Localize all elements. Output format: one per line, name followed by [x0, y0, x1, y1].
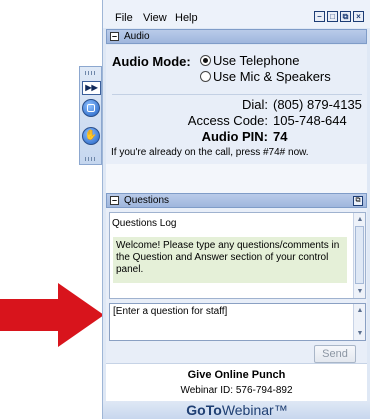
- popout-button[interactable]: ⧉: [340, 11, 351, 22]
- grip-icon[interactable]: [85, 71, 97, 75]
- minus-icon[interactable]: –: [110, 196, 119, 205]
- brand-logo: GoToWebinar™: [103, 401, 370, 419]
- side-toolbar: ▶▶ ✋: [79, 66, 102, 165]
- scroll-down-icon[interactable]: ▼: [355, 286, 365, 297]
- send-button[interactable]: Send: [314, 345, 356, 363]
- restore-button[interactable]: □: [327, 11, 338, 22]
- use-telephone-label[interactable]: Use Telephone: [213, 53, 300, 68]
- empty-area: [106, 164, 367, 193]
- webinar-info: Give Online Punch Webinar ID: 576-794-89…: [106, 363, 367, 402]
- menu-help[interactable]: Help: [175, 12, 198, 24]
- audio-section: Audio Mode: Use Telephone Use Mic & Spea…: [106, 45, 367, 164]
- scroll-down-icon[interactable]: ▼: [355, 328, 365, 339]
- play-icon: ▶▶: [85, 83, 98, 92]
- popout-icon[interactable]: ⧉: [353, 196, 363, 206]
- question-input[interactable]: [Enter a question for staff] ▲ ▼: [109, 303, 366, 341]
- menu-bar: File View Help – □ ⧉ ×: [103, 0, 370, 28]
- close-button[interactable]: ×: [353, 11, 364, 22]
- questions-log[interactable]: Questions Log Welcome! Please type any q…: [109, 212, 366, 299]
- screen-icon: [87, 104, 95, 112]
- brand-regular-text: Webinar™: [221, 402, 288, 418]
- control-panel: File View Help – □ ⧉ × – Audio Audio Mod…: [102, 0, 370, 419]
- webinar-id: Webinar ID: 576-794-892: [180, 385, 293, 396]
- use-mic-speakers-label[interactable]: Use Mic & Speakers: [213, 69, 331, 84]
- call-note: If you're already on the call, press #74…: [111, 147, 309, 158]
- hand-icon: ✋: [84, 130, 98, 141]
- menu-view[interactable]: View: [143, 12, 167, 24]
- audio-section-title: Audio: [124, 31, 150, 42]
- minus-icon[interactable]: –: [110, 32, 119, 41]
- questions-section-title: Questions: [124, 195, 170, 206]
- question-input-text[interactable]: [Enter a question for staff]: [113, 306, 227, 317]
- screen-sharing-button[interactable]: [82, 99, 100, 117]
- access-code-label: Access Code:: [187, 113, 268, 128]
- questions-log-title: Questions Log: [112, 218, 177, 229]
- red-arrow-icon: [0, 283, 104, 347]
- input-scrollbar[interactable]: ▲ ▼: [353, 304, 365, 340]
- dial-label: Dial:: [241, 97, 268, 112]
- scroll-up-icon[interactable]: ▲: [355, 305, 365, 316]
- audio-pin-value: 74: [273, 129, 288, 144]
- collapse-panel-button[interactable]: ▶▶: [82, 81, 101, 95]
- scroll-up-icon[interactable]: ▲: [355, 214, 365, 225]
- access-code-value: 105-748-644: [273, 113, 347, 128]
- minimize-button[interactable]: –: [314, 11, 325, 22]
- use-mic-speakers-radio[interactable]: [200, 71, 211, 82]
- grip-icon[interactable]: [85, 157, 97, 161]
- audio-pin-label: Audio PIN:: [201, 129, 268, 144]
- raise-hand-button[interactable]: ✋: [82, 127, 100, 145]
- questions-section-header[interactable]: – Questions ⧉: [106, 193, 367, 208]
- dial-value: (805) 879-4135: [273, 97, 362, 112]
- divider: [112, 94, 362, 95]
- log-scrollbar[interactable]: ▲ ▼: [353, 213, 365, 298]
- audio-section-header[interactable]: – Audio: [106, 29, 367, 44]
- questions-section: Questions Log Welcome! Please type any q…: [106, 208, 367, 363]
- event-title: Give Online Punch: [187, 369, 286, 381]
- brand-bold-text: GoTo: [186, 402, 222, 418]
- use-telephone-radio[interactable]: [200, 55, 211, 66]
- menu-file[interactable]: File: [115, 12, 133, 24]
- welcome-message: Welcome! Please type any questions/comme…: [113, 237, 347, 283]
- scroll-thumb[interactable]: [355, 226, 364, 284]
- audio-mode-label: Audio Mode:: [112, 54, 191, 69]
